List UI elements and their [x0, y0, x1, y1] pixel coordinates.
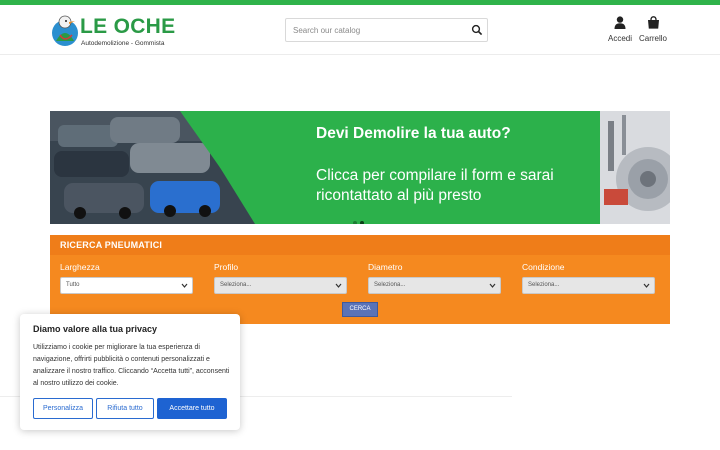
search-bar: [285, 18, 488, 42]
banner-text: Clicca per compilare il form e sarai ric…: [316, 167, 554, 204]
banner-title: Devi Demolire la tua auto?: [316, 125, 511, 142]
search-input[interactable]: [286, 19, 466, 41]
chevron-down-icon: [489, 283, 496, 288]
brand-name: LE OCHE: [80, 15, 176, 38]
diameter-select-value: Seleziona...: [374, 282, 406, 288]
goose-logo-icon: [52, 15, 78, 46]
width-select-value: Tutto: [66, 282, 80, 288]
shopping-bag-icon: [647, 16, 659, 29]
tyre-search-button[interactable]: CERCA: [342, 302, 378, 317]
slider-dots: [353, 212, 367, 224]
cart-label: Carrello: [638, 34, 667, 43]
chevron-down-icon: [335, 283, 342, 288]
tyre-search-title: RICERCA PNEUMATICI: [60, 240, 163, 250]
promo-banner[interactable]: Devi Demolire la tua auto? Clicca per co…: [50, 111, 670, 224]
condition-select-value: Seleziona...: [528, 282, 560, 288]
cookie-title: Diamo valore alla tua privacy: [33, 324, 158, 334]
cookie-consent-dialog: Diamo valore alla tua privacy Utilizziam…: [20, 314, 240, 430]
scrapyard-cars-image: [50, 111, 260, 224]
tyre-search-header: RICERCA PNEUMATICI: [50, 235, 670, 255]
width-select[interactable]: Tutto: [60, 277, 193, 294]
slider-dot-active[interactable]: [360, 221, 364, 224]
reject-all-button[interactable]: Rifiuta tutto: [96, 398, 154, 419]
cart-link[interactable]: Carrello: [633, 16, 673, 50]
search-icon[interactable]: [471, 24, 483, 36]
profile-label: Profilo: [214, 262, 239, 272]
condition-label: Condizione: [522, 262, 565, 272]
site-logo[interactable]: LE OCHE Autodemolizione - Gommista: [50, 13, 175, 51]
profile-select-value: Seleziona...: [220, 282, 252, 288]
condition-select[interactable]: Seleziona...: [522, 277, 655, 294]
site-header: LE OCHE Autodemolizione - Gommista Acced…: [0, 5, 720, 55]
tyre-search-panel: RICERCA PNEUMATICI Larghezza Tutto Profi…: [50, 235, 670, 324]
brand-tagline: Autodemolizione - Gommista: [81, 40, 165, 47]
chevron-down-icon: [181, 283, 188, 288]
profile-select[interactable]: Seleziona...: [214, 277, 347, 294]
brake-parts-image: [600, 111, 670, 224]
accept-all-button[interactable]: Accettare tutto: [157, 398, 227, 419]
diameter-select[interactable]: Seleziona...: [368, 277, 501, 294]
diameter-label: Diametro: [368, 262, 403, 272]
chevron-down-icon: [643, 283, 650, 288]
customize-button[interactable]: Personalizza: [33, 398, 93, 419]
slider-dot[interactable]: [353, 221, 357, 224]
cookie-body: Utilizziamo i cookie per migliorare la t…: [33, 344, 230, 387]
width-label: Larghezza: [60, 262, 100, 272]
user-icon: [614, 16, 626, 29]
